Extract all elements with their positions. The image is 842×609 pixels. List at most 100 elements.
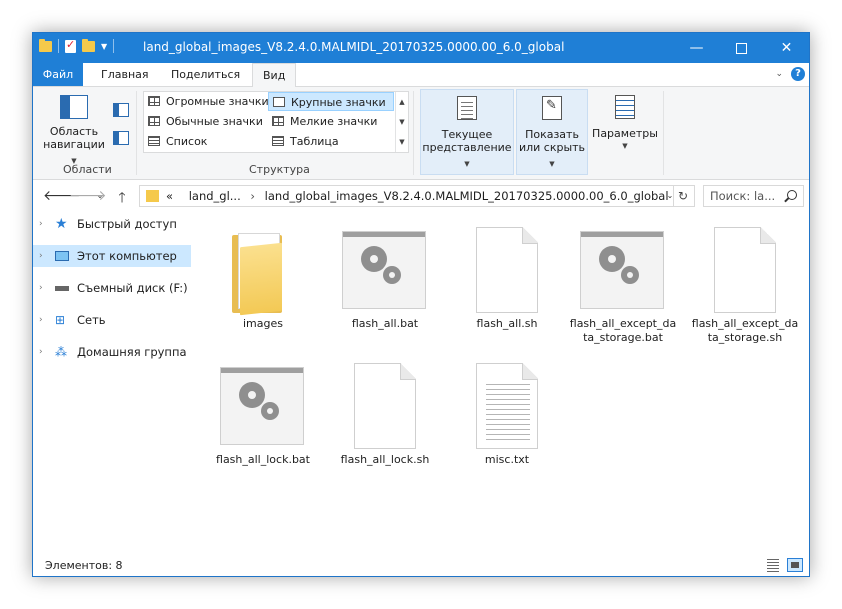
scroll-up-icon[interactable]: ▲	[396, 92, 408, 112]
nav-item-network[interactable]: › ⊞ Сеть	[33, 309, 191, 331]
nav-item-homegroup[interactable]: › ⁂ Домашняя группа	[33, 341, 191, 363]
tab-share[interactable]: Поделиться	[161, 63, 250, 86]
chevron-right-icon[interactable]: ›	[39, 213, 43, 235]
nav-label: Быстрый доступ	[77, 217, 177, 231]
chevron-down-icon: ▼	[549, 160, 555, 168]
layout-label: Огромные значки	[166, 95, 269, 108]
forward-button[interactable]: 🡒	[69, 187, 107, 204]
document-icon	[702, 227, 788, 313]
tab-view[interactable]: Вид	[252, 63, 297, 88]
maximize-button[interactable]	[719, 33, 764, 63]
file-item[interactable]: images	[209, 227, 317, 331]
file-name: flash_all.bat	[351, 317, 419, 330]
nav-label: Съемный диск (F:)	[77, 281, 188, 295]
options-button[interactable]: Параметры ▼	[591, 89, 659, 175]
details-icon	[272, 136, 284, 146]
options-label: Параметры	[592, 127, 658, 140]
up-button[interactable]: 🡑	[113, 187, 131, 211]
current-view-button[interactable]: Текущее представление ▼	[420, 89, 514, 175]
layout-details[interactable]: Таблица	[268, 132, 416, 151]
search-icon[interactable]	[787, 190, 797, 200]
layout-small-icons[interactable]: Мелкие значки	[268, 112, 416, 131]
large-icons-view-icon[interactable]	[787, 558, 803, 572]
chevron-right-icon[interactable]: ›	[39, 245, 43, 267]
current-view-label-2: представление	[422, 141, 512, 154]
details-view-icon[interactable]	[765, 558, 781, 572]
layout-label: Таблица	[290, 135, 339, 148]
extra-large-icons-icon	[148, 96, 160, 106]
scroll-down-icon[interactable]: ▼	[396, 112, 408, 132]
group-label-layout: Структура	[249, 163, 310, 176]
show-hide-button[interactable]: Показать или скрыть ▼	[516, 89, 588, 175]
file-item[interactable]: misc.txt	[453, 363, 561, 467]
search-box[interactable]: Поиск: la...	[703, 185, 804, 207]
navigation-pane-button[interactable]: Область навигации ▼	[43, 91, 105, 168]
document-icon	[342, 363, 428, 449]
close-button[interactable]: ✕	[764, 33, 809, 63]
preview-pane-icon[interactable]	[113, 103, 129, 117]
list-icon	[148, 136, 160, 146]
file-name: flash_all_lock.sh	[340, 453, 430, 466]
computer-icon	[55, 251, 69, 261]
star-icon: ★	[55, 216, 68, 232]
file-item[interactable]: flash_all.sh	[453, 227, 561, 331]
nav-label: Домашняя группа	[77, 345, 187, 359]
refresh-icon[interactable]: ↻	[673, 186, 692, 206]
chevron-right-icon[interactable]: ›	[39, 309, 43, 331]
nav-item-removable-drive[interactable]: › Съемный диск (F:)	[33, 277, 191, 299]
address-bar[interactable]: « land_gl... › land_global_images_V8.2.4…	[139, 185, 695, 207]
recent-locations-chevron-icon[interactable]: ⌄	[91, 191, 109, 200]
layout-large-icons[interactable]: Крупные значки	[268, 92, 394, 111]
help-icon[interactable]: ?	[791, 67, 805, 81]
tab-home[interactable]: Главная	[91, 63, 159, 86]
nav-label: Этот компьютер	[77, 249, 177, 263]
file-item[interactable]: flash_all_lock.bat	[209, 363, 317, 467]
tab-file[interactable]: Файл	[33, 63, 83, 86]
nav-item-this-pc[interactable]: › Этот компьютер	[33, 245, 191, 267]
separator	[136, 91, 137, 175]
show-hide-label-2: или скрыть	[518, 141, 586, 154]
text-file-icon	[464, 363, 550, 449]
chevron-right-icon[interactable]: ›	[39, 341, 43, 363]
homegroup-icon: ⁂	[55, 345, 67, 359]
gallery-more-icon[interactable]: ▼	[396, 132, 408, 152]
file-item[interactable]: flash_all_except_data_storage.bat	[569, 227, 677, 345]
quick-access-toolbar: ▼	[39, 38, 115, 53]
back-button[interactable]: 🡐	[43, 187, 81, 204]
nav-item-quick-access[interactable]: › ★ Быстрый доступ	[33, 213, 191, 235]
minimize-button[interactable]: —	[674, 33, 719, 63]
separator	[663, 91, 664, 175]
batch-file-icon	[342, 227, 428, 313]
folder-icon[interactable]	[39, 38, 52, 52]
file-name: flash_all_except_data_storage.bat	[569, 317, 677, 344]
expand-ribbon-chevron-icon[interactable]: ⌄	[775, 69, 783, 79]
ribbon-view: Область навигации ▼ Области Огромные зна…	[33, 87, 809, 180]
properties-icon[interactable]	[65, 38, 76, 53]
breadcrumb-item[interactable]: land_gl...	[189, 189, 241, 203]
options-icon	[615, 95, 635, 119]
navigation-bar: 🡐 🡒 ⌄ 🡑 « land_gl... › land_global_image…	[33, 181, 809, 211]
breadcrumb-overflow[interactable]: «	[166, 189, 173, 203]
separator	[413, 91, 414, 175]
file-item[interactable]: flash_all.bat	[331, 227, 439, 331]
layout-label: Обычные значки	[166, 115, 263, 128]
file-view: images flash_all.bat flash_all.sh flash_…	[195, 213, 809, 558]
drive-icon	[55, 286, 69, 291]
new-folder-icon[interactable]	[82, 38, 95, 52]
layout-gallery-scroll[interactable]: ▲ ▼ ▼	[395, 92, 408, 152]
chevron-right-icon[interactable]: ›	[39, 277, 43, 299]
current-view-label-1: Текущее	[441, 128, 493, 141]
breadcrumb-current[interactable]: land_global_images_V8.2.4.0.MALMIDL_2017…	[265, 189, 669, 203]
show-hide-icon	[542, 96, 562, 120]
file-item[interactable]: flash_all_except_data_storage.sh	[691, 227, 799, 345]
batch-file-icon	[220, 363, 306, 449]
batch-file-icon	[580, 227, 666, 313]
file-name: flash_all.sh	[476, 317, 538, 330]
separator	[58, 39, 59, 53]
network-icon: ⊞	[55, 313, 66, 327]
file-item[interactable]: flash_all_lock.sh	[331, 363, 439, 467]
items-count: Элементов: 8	[45, 559, 123, 572]
layout-label: Мелкие значки	[290, 115, 378, 128]
customize-toolbar-chevron-icon[interactable]: ▼	[101, 42, 107, 51]
details-pane-icon[interactable]	[113, 131, 129, 145]
